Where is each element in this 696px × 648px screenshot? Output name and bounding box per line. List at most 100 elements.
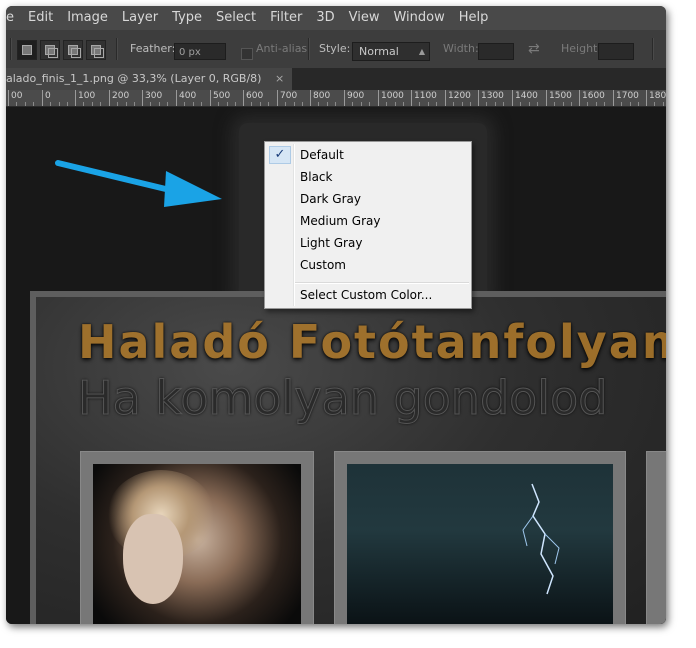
menu-image[interactable]: Image [60, 6, 115, 30]
ruler-minor-tick [294, 102, 295, 106]
photoshop-window: e Edit Image Layer Type Select Filter 3D… [6, 6, 666, 624]
menu-item-dark-gray-label: Dark Gray [300, 192, 361, 206]
menu-3d[interactable]: 3D [309, 6, 341, 30]
menu-file[interactable]: e [6, 6, 21, 30]
ruler-tick [512, 90, 513, 106]
photo-frame-partial [646, 451, 666, 624]
ruler-minor-tick [554, 102, 555, 106]
ruler-minor-tick [462, 102, 463, 106]
ruler-minor-tick [92, 102, 93, 106]
ruler-minor-tick [503, 102, 504, 106]
document-tab[interactable]: alado_finis_1_1.png @ 33,3% (Layer 0, RG… [6, 68, 293, 90]
lightning-bolt-icon [522, 483, 560, 595]
menu-item-select-custom-color[interactable]: Select Custom Color... [265, 284, 471, 306]
ruler-minor-tick [395, 102, 396, 106]
new-selection-icon [22, 45, 32, 55]
menu-item-medium-gray-label: Medium Gray [300, 214, 381, 228]
portrait-photo [93, 464, 301, 624]
menu-window[interactable]: Window [386, 6, 451, 30]
ruler-tick-label: 1700 [616, 91, 639, 101]
menu-item-default[interactable]: ✓ Default [265, 144, 471, 166]
ruler-minor-tick [335, 102, 336, 106]
ruler-tick-label: 1500 [549, 91, 572, 101]
ruler-minor-tick [134, 102, 135, 106]
menu-item-black-label: Black [300, 170, 333, 184]
ruler-minor-tick [218, 102, 219, 106]
menu-item-light-gray[interactable]: Light Gray [265, 232, 471, 254]
ruler-tick-label: 400 [179, 91, 197, 101]
ruler-tick-label: 200 [112, 91, 130, 101]
intersect-selection-button[interactable] [86, 40, 106, 60]
menu-filter[interactable]: Filter [263, 6, 309, 30]
menu-item-select-custom-color-label: Select Custom Color... [300, 288, 433, 302]
ruler-tick-label: 1000 [381, 91, 404, 101]
options-bar: Feather: 0 px Anti-alias Style: Normal ▲… [6, 30, 666, 69]
menu-item-medium-gray[interactable]: Medium Gray [265, 210, 471, 232]
intersect-selection-icon-overlay [94, 48, 104, 58]
width-input[interactable] [478, 43, 514, 60]
new-selection-button[interactable] [17, 40, 37, 60]
ruler-minor-tick [150, 102, 151, 106]
menu-select[interactable]: Select [209, 6, 263, 30]
ruler-minor-tick [571, 102, 572, 106]
ruler-minor-tick [184, 102, 185, 106]
menu-item-black[interactable]: Black [265, 166, 471, 188]
style-select-value: Normal [359, 45, 399, 58]
ruler-tick-label: 700 [280, 91, 298, 101]
swap-dimensions-icon[interactable]: ⇄ [528, 30, 540, 68]
ruler-tick-label: 1300 [481, 91, 504, 101]
ruler-tick [8, 90, 9, 106]
ruler-minor-tick [587, 102, 588, 106]
ruler-minor-tick [663, 102, 664, 106]
ruler-minor-tick [59, 102, 60, 106]
ruler-minor-tick [436, 102, 437, 106]
ruler-minor-tick [529, 102, 530, 106]
menu-item-dark-gray[interactable]: Dark Gray [265, 188, 471, 210]
ruler-minor-tick [167, 102, 168, 106]
add-to-selection-button[interactable] [40, 40, 60, 60]
subtract-from-selection-button[interactable] [63, 40, 83, 60]
ruler-minor-tick [227, 102, 228, 106]
portrait-face [123, 514, 183, 604]
ruler-minor-tick [201, 102, 202, 106]
lightning-photo [347, 464, 613, 624]
anti-alias-checkbox[interactable] [241, 48, 253, 60]
ruler-tick [411, 90, 412, 106]
ruler-tick-label: 1200 [448, 91, 471, 101]
ruler-minor-tick [537, 102, 538, 106]
checkmark-icon: ✓ [269, 146, 291, 164]
ruler-tick-label: 800 [313, 91, 331, 101]
anti-alias-label: Anti-alias [256, 42, 308, 55]
ruler-minor-tick [117, 102, 118, 106]
subtract-selection-icon-overlay [71, 48, 81, 58]
ruler-tick-label: 900 [347, 91, 365, 101]
style-select[interactable]: Normal ▲ [352, 42, 430, 61]
menu-item-custom[interactable]: Custom [265, 254, 471, 276]
ruler-minor-tick [100, 102, 101, 106]
ruler-tick-label: 1100 [414, 91, 437, 101]
ruler-tick [176, 90, 177, 106]
ruler-minor-tick [318, 102, 319, 106]
ruler-tick [478, 90, 479, 106]
document-title: Haladó Fotótanfolyam [78, 315, 666, 369]
separator [10, 38, 12, 60]
ruler-minor-tick [16, 102, 17, 106]
select-arrows-icon: ▲ [418, 47, 425, 56]
ruler-minor-tick [486, 102, 487, 106]
menu-type[interactable]: Type [165, 6, 209, 30]
ruler-minor-tick [327, 102, 328, 106]
menu-help[interactable]: Help [452, 6, 496, 30]
height-input[interactable] [598, 43, 634, 60]
ruler-minor-tick [386, 102, 387, 106]
close-tab-icon[interactable]: × [275, 72, 284, 85]
menu-layer[interactable]: Layer [115, 6, 165, 30]
menu-edit[interactable]: Edit [21, 6, 60, 30]
ruler-minor-tick [520, 102, 521, 106]
ruler-tick [243, 90, 244, 106]
feather-input[interactable]: 0 px [174, 43, 226, 60]
horizontal-ruler[interactable]: 00 0 100 200 300 400 500 600 700 800 900 1000 1100 12… [6, 90, 666, 107]
ruler-tick [579, 90, 580, 106]
ruler-minor-tick [403, 102, 404, 106]
menu-view[interactable]: View [342, 6, 387, 30]
ruler-minor-tick [470, 102, 471, 106]
